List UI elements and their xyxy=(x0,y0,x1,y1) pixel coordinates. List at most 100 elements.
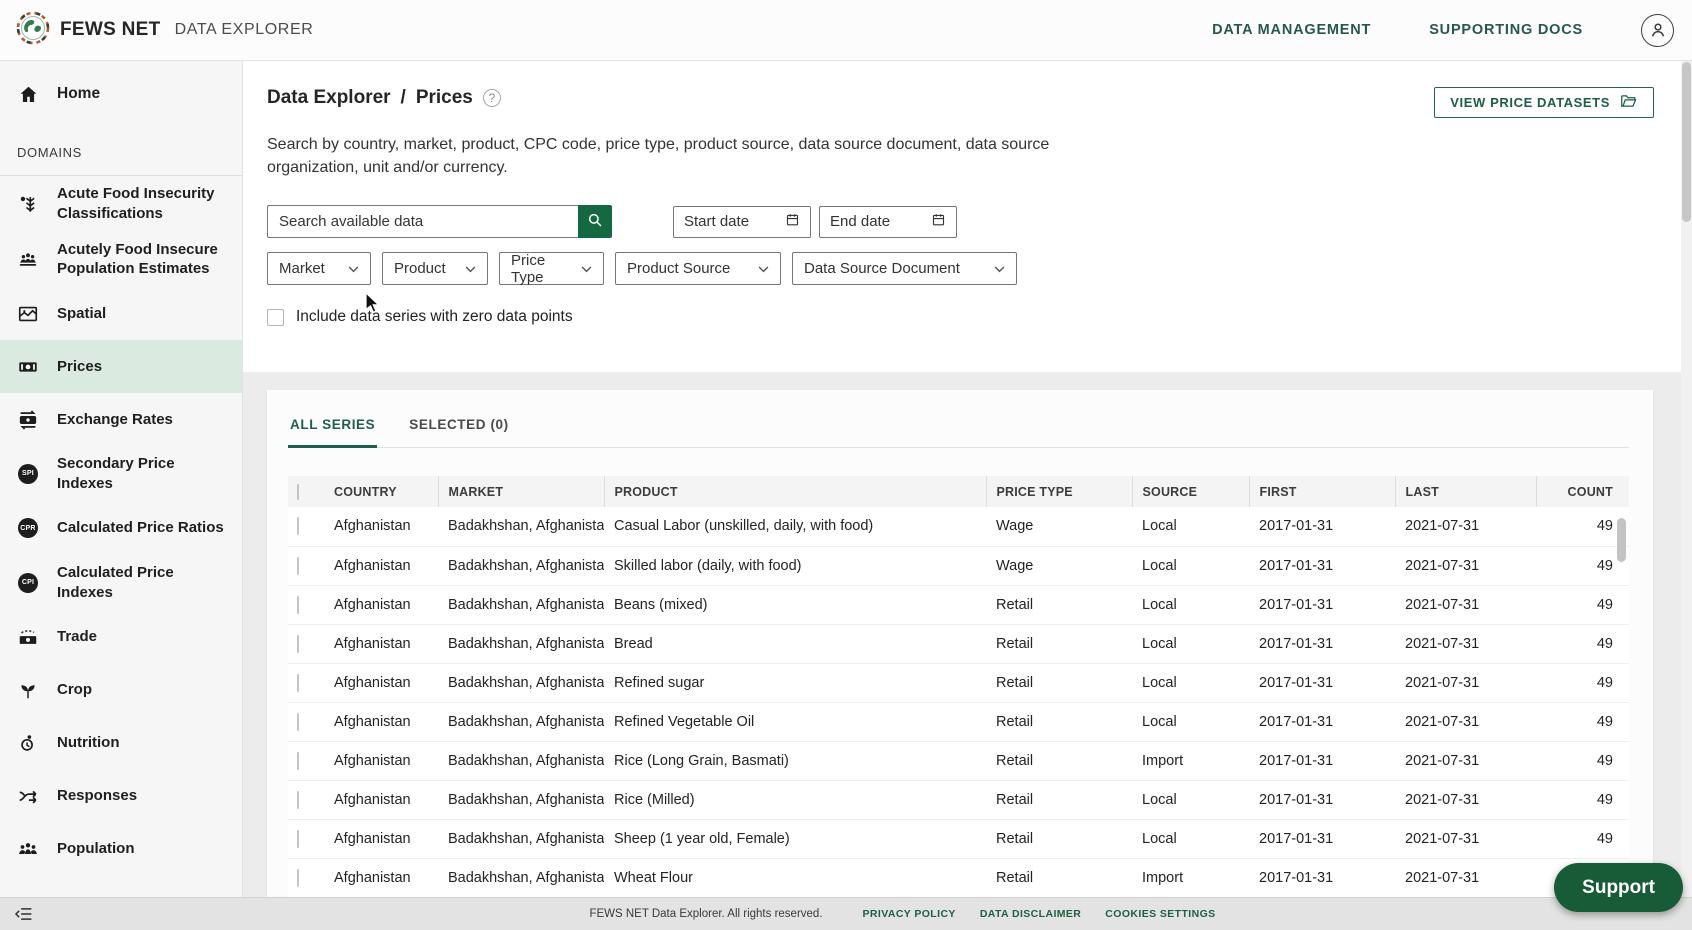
column-header-source[interactable]: SOURCE xyxy=(1132,476,1249,507)
sidebar-item-population[interactable]: Population xyxy=(0,822,242,875)
sidebar-item-acutely-food-insecure-population-estimates[interactable]: Acutely Food Insecure Population Estimat… xyxy=(0,232,242,288)
column-header-country[interactable]: COUNTRY xyxy=(324,476,438,507)
table-row: AfghanistanBadakhshan, AfghanistanRice (… xyxy=(288,741,1629,780)
sprout-icon xyxy=(16,679,40,701)
cell-market: Badakhshan, Afghanistan xyxy=(438,585,604,624)
sidebar-item-label: Acute Food Insecurity Classifications xyxy=(57,184,232,224)
footer-link-cookies-settings[interactable]: COOKIES SETTINGS xyxy=(1105,908,1215,920)
sidebar-item-prices[interactable]: Prices xyxy=(0,340,242,393)
top-navbar: FEWS NET DATA EXPLORER DATA MANAGEMENT S… xyxy=(0,0,1692,61)
footer-link-data-disclaimer[interactable]: DATA DISCLAIMER xyxy=(980,908,1081,920)
cell-country: Afghanistan xyxy=(324,585,438,624)
user-avatar-icon[interactable] xyxy=(1641,14,1674,47)
price-type-filter-dropdown[interactable]: Price Type xyxy=(499,252,604,285)
cell-last: 2021-07-31 xyxy=(1395,546,1536,585)
sidebar-item-spatial[interactable]: Spatial xyxy=(0,287,242,340)
cell-price-type: Retail xyxy=(986,624,1132,663)
sidebar-item-responses[interactable]: Responses xyxy=(0,769,242,822)
row-checkbox[interactable] xyxy=(297,869,299,887)
results-card: ALL SERIES SELECTED (0) COUNTRYMARKETPROD… xyxy=(267,390,1653,930)
sidebar-item-acute-food-insecurity-classifications[interactable]: Acute Food Insecurity Classifications xyxy=(0,176,242,232)
row-checkbox[interactable] xyxy=(297,596,299,614)
cell-price-type: Retail xyxy=(986,780,1132,819)
product-source-filter-dropdown[interactable]: Product Source xyxy=(615,252,781,285)
chevron-down-icon xyxy=(465,260,476,277)
sidebar-collapse-icon[interactable] xyxy=(14,906,33,922)
tab-all-series[interactable]: ALL SERIES xyxy=(288,411,377,448)
cell-last: 2021-07-31 xyxy=(1395,585,1536,624)
search-button[interactable] xyxy=(578,205,612,238)
exchange-icon xyxy=(16,409,40,431)
data-source-document-filter-dropdown[interactable]: Data Source Document xyxy=(792,252,1017,285)
column-header-last[interactable]: LAST xyxy=(1395,476,1536,507)
nav-link-data-management[interactable]: DATA MANAGEMENT xyxy=(1212,22,1371,38)
cell-price-type: Wage xyxy=(986,507,1132,546)
cell-count: 49 xyxy=(1536,702,1629,741)
row-checkbox[interactable] xyxy=(297,791,299,809)
search-input[interactable] xyxy=(267,205,578,238)
market-filter-dropdown[interactable]: Market xyxy=(267,252,371,285)
cell-source: Local xyxy=(1132,507,1249,546)
sidebar-item-label: Crop xyxy=(57,680,92,700)
trade-icon xyxy=(16,626,40,648)
cell-first: 2017-01-31 xyxy=(1249,624,1395,663)
cell-product: Wheat Flour xyxy=(604,858,986,897)
column-header-count[interactable]: COUNT xyxy=(1536,476,1629,507)
row-checkbox[interactable] xyxy=(297,752,299,770)
sidebar-item-crop[interactable]: Crop xyxy=(0,663,242,716)
sidebar-item-label: Responses xyxy=(57,786,137,806)
help-icon[interactable]: ? xyxy=(483,89,501,107)
page-scrollbar[interactable] xyxy=(1681,61,1692,897)
people-group-icon xyxy=(16,248,40,270)
cell-source: Local xyxy=(1132,546,1249,585)
column-header-price-type[interactable]: PRICE TYPE xyxy=(986,476,1132,507)
sidebar-item-trade[interactable]: Trade xyxy=(0,610,242,663)
support-button[interactable]: Support xyxy=(1554,863,1683,912)
column-header-first[interactable]: FIRST xyxy=(1249,476,1395,507)
row-checkbox[interactable] xyxy=(297,674,299,692)
table-scrollbar[interactable] xyxy=(1617,518,1626,562)
zero-series-checkbox[interactable] xyxy=(267,309,284,326)
sidebar-item-calculated-price-indexes[interactable]: CPICalculated Price Indexes xyxy=(0,555,242,611)
sidebar-item-nutrition[interactable]: Nutrition xyxy=(0,716,242,769)
sidebar-item-home[interactable]: Home xyxy=(0,65,242,123)
cell-first: 2017-01-31 xyxy=(1249,858,1395,897)
cell-source: Import xyxy=(1132,858,1249,897)
cell-first: 2017-01-31 xyxy=(1249,663,1395,702)
start-date-placeholder: Start date xyxy=(684,213,749,230)
cell-last: 2021-07-31 xyxy=(1395,819,1536,858)
footer-link-privacy-policy[interactable]: PRIVACY POLICY xyxy=(863,908,956,920)
cell-product: Refined Vegetable Oil xyxy=(604,702,986,741)
view-price-datasets-button[interactable]: VIEW PRICE DATASETS xyxy=(1434,87,1654,118)
table-row: AfghanistanBadakhshan, AfghanistanSkille… xyxy=(288,546,1629,585)
row-checkbox[interactable] xyxy=(297,635,299,653)
row-checkbox[interactable] xyxy=(297,517,299,535)
row-checkbox[interactable] xyxy=(297,557,299,575)
dropdown-label: Price Type xyxy=(511,252,581,286)
results-area: ALL SERIES SELECTED (0) COUNTRYMARKETPROD… xyxy=(243,372,1692,930)
tab-selected-0[interactable]: SELECTED (0) xyxy=(407,411,510,448)
row-checkbox[interactable] xyxy=(297,713,299,731)
sidebar-item-calculated-price-ratios[interactable]: CPRCalculated Price Ratios xyxy=(0,502,242,555)
breadcrumb-current: Prices xyxy=(416,87,473,109)
sidebar-item-label: Calculated Price Indexes xyxy=(57,563,232,603)
row-checkbox[interactable] xyxy=(297,830,299,848)
select-all-checkbox[interactable] xyxy=(297,484,299,500)
sidebar-item-secondary-price-indexes[interactable]: SPISecondary Price Indexes xyxy=(0,446,242,502)
end-date-placeholder: End date xyxy=(830,213,890,230)
end-date-input[interactable]: End date xyxy=(819,206,957,238)
cell-country: Afghanistan xyxy=(324,624,438,663)
sidebar-section-label: DOMAINS xyxy=(17,145,242,160)
product-filter-dropdown[interactable]: Product xyxy=(382,252,488,285)
breadcrumb-root[interactable]: Data Explorer xyxy=(267,87,391,109)
column-header-product[interactable]: PRODUCT xyxy=(604,476,986,507)
sidebar-item-exchange-rates[interactable]: Exchange Rates xyxy=(0,393,242,446)
chevron-down-icon xyxy=(581,260,592,277)
start-date-input[interactable]: Start date xyxy=(673,206,811,238)
row-select-cell xyxy=(288,585,324,624)
page-scrollbar-thumb[interactable] xyxy=(1682,62,1691,222)
filters-panel: Data Explorer / Prices ? VIEW PRICE DATA… xyxy=(243,61,1692,372)
cell-source: Local xyxy=(1132,702,1249,741)
nav-link-supporting-docs[interactable]: SUPPORTING DOCS xyxy=(1429,22,1583,38)
column-header-market[interactable]: MARKET xyxy=(438,476,604,507)
